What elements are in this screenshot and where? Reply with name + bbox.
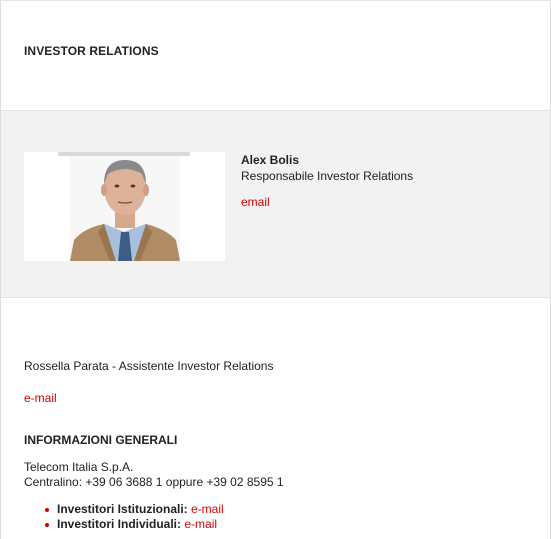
contact-name: Alex Bolis [241,153,300,167]
list-item: Investitori Istituzionali: e-mail [24,502,224,517]
individual-investors-label: Investitori Individuali: [57,517,185,531]
contact-email-link[interactable]: email [241,195,270,209]
contact-role: Responsabile Investor Relations [241,169,414,183]
institutional-investors-label: Investitori Istituzionali: [57,502,192,516]
company-name: Telecom Italia S.p.A. [24,460,134,474]
contact-card: Alex Bolis Responsabile Investor Relatio… [1,111,550,298]
general-info-title: INFORMAZIONI GENERALI [24,433,178,447]
company-info: Telecom Italia S.p.A. Centralino: +39 06… [24,460,284,490]
bullet-icon [45,523,49,527]
institutional-investors-email-link[interactable]: e-mail [191,502,224,516]
company-phone: Centralino: +39 06 3688 1 oppure +39 02 … [24,475,284,489]
page-header: INVESTOR RELATIONS [1,1,550,111]
bullet-icon [45,508,49,512]
investor-contact-list: Investitori Istituzionali: e-mail Invest… [24,502,224,532]
contact-photo [24,152,225,261]
list-item: Investitori Individuali: e-mail [24,517,224,532]
assistant-email-link[interactable]: e-mail [24,391,57,405]
assistant-info: Rossella Parata - Assistente Investor Re… [24,359,274,373]
page-title: INVESTOR RELATIONS [24,44,159,58]
portrait-image [24,152,225,261]
investor-relations-page: INVESTOR RELATIONS Alex Bolis Responsabi… [0,0,551,539]
individual-investors-email-link[interactable]: e-mail [184,517,217,531]
